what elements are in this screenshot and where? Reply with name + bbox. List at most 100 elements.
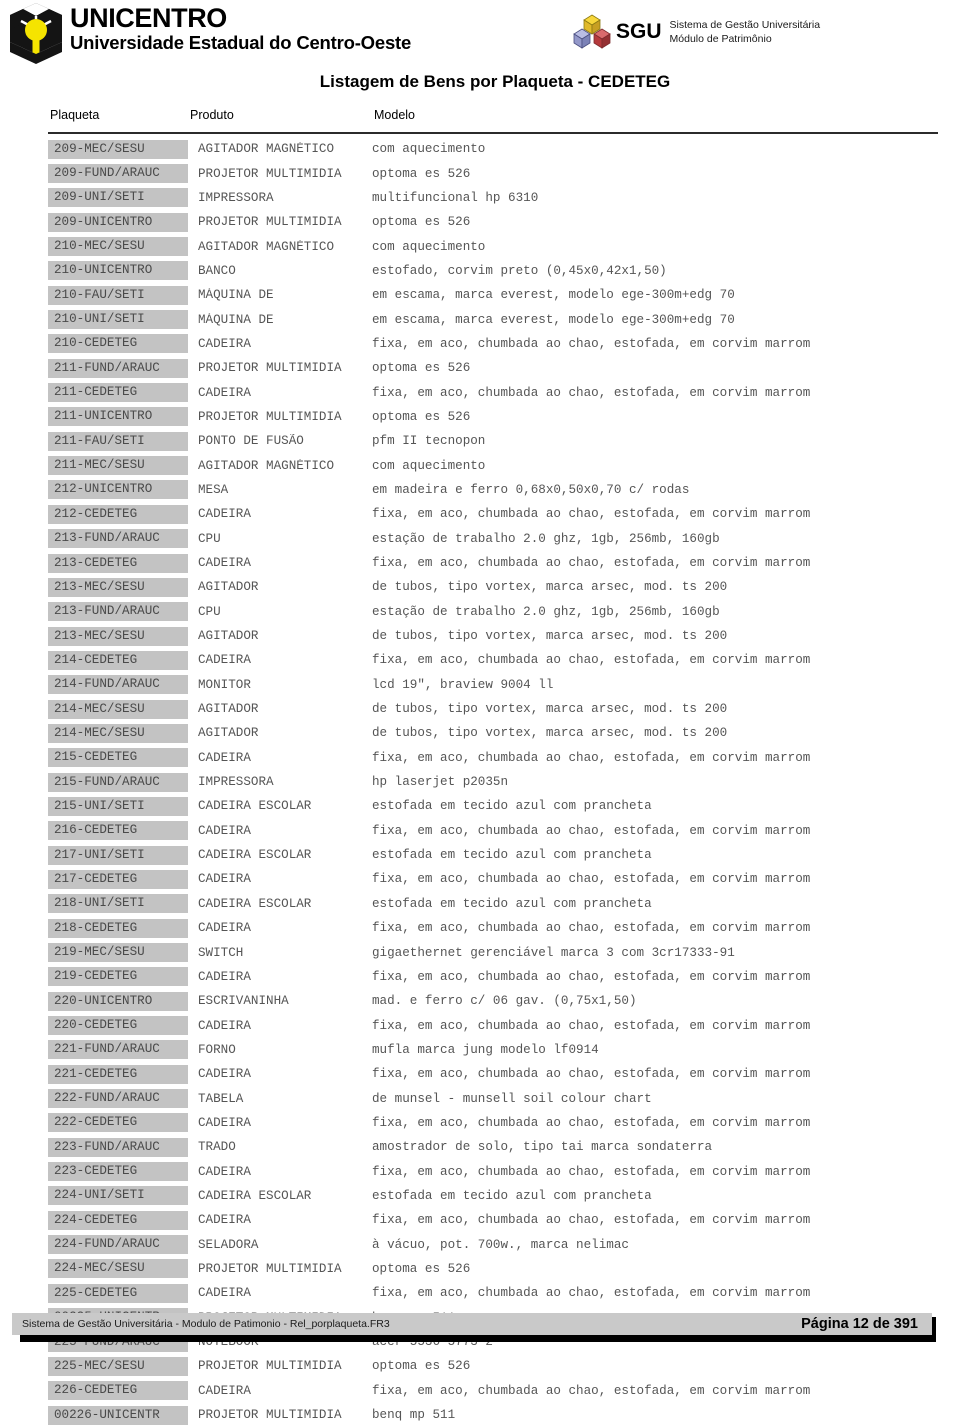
table-row: 214-MEC/SESU AGITADOR de tubos, tipo vorte… [48,697,960,721]
table-row: 211-FAU/SETI PONTO DE FUSÃO pfm II tecnopo… [48,429,960,453]
brand-name: UNICENTRO [70,3,227,33]
cell-modelo: fixa, em aco, chumbada ao chao, estofada… [372,872,811,887]
cell-modelo: gigaethernet gerenciável marca 3 com 3cr… [372,945,735,960]
cell-modelo: fixa, em aco, chumbada ao chao, estofada… [372,1067,811,1082]
cell-produto: PROJETOR MULTIMIDIA [198,1359,342,1374]
cell-plaqueta: 217-UNI/SETI [48,845,188,865]
cell-produto: IMPRESSORA [198,190,274,205]
cell-plaqueta: 221-FUND/ARAUC [48,1040,188,1060]
cell-modelo: optoma es 526 [372,1359,471,1374]
cell-plaqueta: 218-CEDETEG [48,918,188,938]
cell-produto: FORNO [198,1042,236,1057]
cell-modelo: fixa, em aco, chumbada ao chao, estofada… [372,750,811,765]
cell-produto: CADEIRA [198,1213,251,1228]
cell-produto: CADEIRA [198,969,251,984]
table-row: 214-CEDETEG CADEIRA fixa, em aco, chumbada… [48,648,960,672]
table-row: 215-UNI/SETI CADEIRA ESCOLAR estofada em t… [48,794,960,818]
cell-modelo: amostrador de solo, tipo tai marca sonda… [372,1140,713,1155]
cell-plaqueta: 217-CEDETEG [48,869,188,889]
cell-produto: MONITOR [198,677,251,692]
cell-plaqueta: 213-FUND/ARAUC [48,529,188,549]
table-row: 211-CEDETEG CADEIRA fixa, em aco, chumbada… [48,380,960,404]
cell-produto: MÁQUINA DE [198,312,274,327]
cell-produto: CADEIRA ESCOLAR [198,1188,312,1203]
cell-plaqueta: 216-CEDETEG [48,821,188,841]
table-row: 209-MEC/SESU AGITADOR MAGNÉTICO com aqueci… [48,137,960,161]
cell-produto: PROJETOR MULTIMIDIA [198,1408,342,1423]
cell-plaqueta: 224-FUND/ARAUC [48,1235,188,1255]
cell-modelo: com aquecimento [372,142,486,157]
cell-plaqueta: 212-UNICENTRO [48,480,188,500]
table-row: 226-CEDETEG CADEIRA fixa, em aco, chumbada… [48,1379,960,1403]
table-row: 213-FUND/ARAUC CPU estação de trabalho 2.0… [48,527,960,551]
cell-plaqueta: 215-UNI/SETI [48,796,188,816]
cell-produto: BANCO [198,263,236,278]
cell-modelo: fixa, em aco, chumbada ao chao, estofada… [372,336,811,351]
cell-produto: CADEIRA [198,1115,251,1130]
cell-modelo: hp laserjet p2035n [372,775,509,790]
cell-modelo: de tubos, tipo vortex, marca arsec, mod.… [372,726,728,741]
table-row: 214-FUND/ARAUC MONITOR lcd 19", braview 90… [48,673,960,697]
cell-produto: CADEIRA [198,1164,251,1179]
cell-modelo: optoma es 526 [372,1261,471,1276]
cell-modelo: estofado, corvim preto (0,45x0,42x1,50) [372,263,667,278]
page-header: UNICENTRO Universidade Estadual do Centr… [0,0,960,68]
table-row: 210-UNI/SETI MÁQUINA DE em escama, marca e… [48,307,960,331]
cell-produto: AGITADOR [198,629,259,644]
cell-produto: AGITADOR MAGNÉTICO [198,142,335,157]
cell-plaqueta: 225-CEDETEG [48,1283,188,1303]
cell-produto: MÁQUINA DE [198,288,274,303]
cell-plaqueta: 222-CEDETEG [48,1113,188,1133]
column-header-produto: Produto [190,108,234,122]
cell-produto: CADEIRA [198,507,251,522]
table-row: 225-CEDETEG CADEIRA fixa, em aco, chumbada… [48,1281,960,1305]
table-row: 213-MEC/SESU AGITADOR de tubos, tipo vorte… [48,624,960,648]
cell-plaqueta: 210-CEDETEG [48,334,188,354]
cell-produto: CADEIRA [198,823,251,838]
cell-produto: CPU [198,604,221,619]
table-row: 209-UNI/SETI IMPRESSORA multifuncional hp … [48,186,960,210]
cell-produto: CADEIRA [198,336,251,351]
cell-modelo: fixa, em aco, chumbada ao chao, estofada… [372,385,811,400]
table-row: 210-UNICENTRO BANCO estofado, corvim preto… [48,259,960,283]
cell-modelo: optoma es 526 [372,215,471,230]
cell-plaqueta: 213-FUND/ARAUC [48,602,188,622]
cell-produto: CADEIRA ESCOLAR [198,848,312,863]
table-row: 220-CEDETEG CADEIRA fixa, em aco, chumbada… [48,1013,960,1037]
cell-plaqueta: 209-UNICENTRO [48,212,188,232]
cell-plaqueta: 211-UNICENTRO [48,407,188,427]
table-row: 217-CEDETEG CADEIRA fixa, em aco, chumbada… [48,867,960,891]
table-row: 210-FAU/SETI MÁQUINA DE em escama, marca e… [48,283,960,307]
cell-produto: CADEIRA [198,556,251,571]
cell-plaqueta: 222-FUND/ARAUC [48,1089,188,1109]
footer-bar: Sistema de Gestão Universitária - Modulo… [12,1313,932,1335]
table-row: 220-UNICENTRO ESCRIVANINHA mad. e ferro c/… [48,989,960,1013]
table-row: 222-CEDETEG CADEIRA fixa, em aco, chumbada… [48,1111,960,1135]
table-row: 223-FUND/ARAUC TRADO amostrador de solo, t… [48,1135,960,1159]
cell-produto: CADEIRA [198,1067,251,1082]
cell-produto: CADEIRA [198,750,251,765]
cell-produto: PONTO DE FUSÃO [198,434,304,449]
cell-modelo: fixa, em aco, chumbada ao chao, estofada… [372,969,811,984]
table-row: 213-MEC/SESU AGITADOR de tubos, tipo vorte… [48,575,960,599]
table-row: 210-CEDETEG CADEIRA fixa, em aco, chumbada… [48,332,960,356]
cell-produto: CPU [198,531,221,546]
cell-plaqueta: 219-CEDETEG [48,967,188,987]
cell-modelo: com aquecimento [372,458,486,473]
cell-plaqueta: 210-MEC/SESU [48,237,188,257]
cell-modelo: optoma es 526 [372,361,471,376]
cell-produto: AGITADOR [198,580,259,595]
cell-modelo: pfm II tecnopon [372,434,486,449]
cell-plaqueta: 212-CEDETEG [48,504,188,524]
cell-modelo: de tubos, tipo vortex, marca arsec, mod.… [372,629,728,644]
cell-modelo: estofada em tecido azul com prancheta [372,896,652,911]
cell-modelo: estofada em tecido azul com prancheta [372,799,652,814]
cell-plaqueta: 223-CEDETEG [48,1162,188,1182]
bens-listing-table: 209-MEC/SESU AGITADOR MAGNÉTICO com aqueci… [0,137,960,1427]
table-row: 215-FUND/ARAUC IMPRESSORA hp laserjet p203… [48,770,960,794]
table-row: 224-CEDETEG CADEIRA fixa, em aco, chumbada… [48,1208,960,1232]
table-row: 210-MEC/SESU AGITADOR MAGNÉTICO com aqueci… [48,234,960,258]
table-row: 223-CEDETEG CADEIRA fixa, em aco, chumbada… [48,1159,960,1183]
cell-modelo: em escama, marca everest, modelo ege-300… [372,312,735,327]
cell-produto: CADEIRA [198,921,251,936]
